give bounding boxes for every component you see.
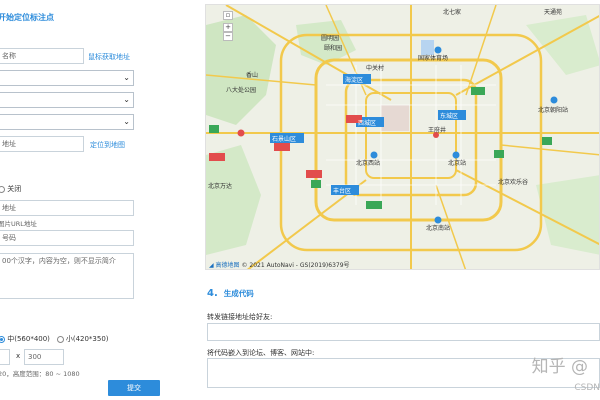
size-medium-label: 中(560*400) xyxy=(7,335,50,343)
step-label: 生成代码 xyxy=(223,289,254,298)
province-select[interactable]: ⌄ xyxy=(0,70,134,86)
map-label: 石景山区 xyxy=(272,136,297,143)
size-small-label: 小(420*350) xyxy=(65,335,109,343)
times-symbol: x xyxy=(16,352,21,360)
chevron-down-icon: ⌄ xyxy=(123,117,130,126)
map-copyright: © 2021 AutoNavi - GS(2019)6379号 xyxy=(241,262,350,269)
radio-selected-icon xyxy=(0,335,5,343)
map-logo-text: 高德地图 xyxy=(215,262,240,269)
description-textarea[interactable]: 00个汉字，内容为空，则不显示简介 xyxy=(0,253,134,299)
get-coords-link[interactable]: 鼠标获取地址 xyxy=(88,52,130,62)
radio-icon xyxy=(56,335,64,343)
locate-link[interactable]: 定位到地图 xyxy=(90,140,125,150)
step-number: 4. xyxy=(207,288,218,299)
submit-button[interactable]: 提交 xyxy=(108,380,160,396)
amap-logo-icon: ◢ xyxy=(209,262,214,269)
share-link-label: 转发链接地址给好友: xyxy=(207,313,273,321)
share-link-input[interactable] xyxy=(207,323,600,341)
phone-input[interactable]: 号码 xyxy=(0,230,134,246)
chevron-down-icon: ⌄ xyxy=(123,95,130,104)
map-label: 西城区 xyxy=(358,120,377,127)
map-view[interactable]: 北七家 天通苑 香山 圆明园 颐和园 中关村 海淀区 国家体育场 石景山区 西城… xyxy=(205,4,600,270)
image-url-hint: 图片URL地址 xyxy=(0,220,37,228)
map-label: 圆明园 xyxy=(321,35,340,42)
map-label: 北京万达 xyxy=(208,183,233,190)
map-label: 北京朝阳站 xyxy=(538,107,569,114)
map-label: 东城区 xyxy=(440,113,459,120)
map-label: 北京南站 xyxy=(426,225,451,232)
chevron-down-icon: ⌄ xyxy=(123,73,130,82)
width-input[interactable] xyxy=(0,349,10,365)
embed-code-label: 将代码嵌入到论坛、博客、网站中: xyxy=(207,349,315,357)
form-title: 开始定位标注点 xyxy=(0,13,54,22)
map-label: 北七家 xyxy=(443,9,462,16)
zoom-out-button[interactable]: − xyxy=(223,32,233,41)
map-label: 香山 xyxy=(246,72,259,79)
map-toggle-button[interactable]: ▫ xyxy=(223,11,233,20)
map-label: 北京欢乐谷 xyxy=(498,179,529,186)
image-url-input[interactable]: 地址 xyxy=(0,200,134,216)
toggle-off-option[interactable]: 关闭 xyxy=(0,184,21,194)
map-canvas xyxy=(206,5,599,269)
map-attribution: ◢ 高德地图 © 2021 AutoNavi - GS(2019)6379号 xyxy=(209,260,350,269)
map-label: 国家体育场 xyxy=(418,55,449,62)
district-select[interactable]: ⌄ xyxy=(0,114,134,130)
map-label: 海淀区 xyxy=(345,77,364,84)
zhihu-watermark: 知乎 @ xyxy=(531,357,588,377)
size-medium-option[interactable]: 中(560*400) xyxy=(0,335,50,343)
radio-icon xyxy=(0,185,5,193)
map-label: 王府井 xyxy=(428,127,447,134)
size-options: 中(560*400) 小(420*350) xyxy=(0,334,109,344)
map-label: 北京西站 xyxy=(356,160,381,167)
zoom-in-button[interactable]: + xyxy=(223,23,233,32)
step-heading: 4. 生成代码 xyxy=(207,288,254,299)
map-label: 丰台区 xyxy=(333,188,352,195)
size-small-option[interactable]: 小(420*350) xyxy=(56,335,109,343)
size-range-hint: 20，高度范围：80 ~ 1080 xyxy=(0,370,80,378)
name-input[interactable]: 名称 xyxy=(0,48,84,64)
map-label: 颐和园 xyxy=(324,45,343,52)
address-input[interactable]: 地址 xyxy=(0,136,84,152)
map-label: 天通苑 xyxy=(544,9,563,16)
map-label: 八大处公园 xyxy=(226,87,257,94)
csdn-watermark: CSDN xyxy=(574,383,600,393)
city-select[interactable]: ⌄ xyxy=(0,92,134,108)
map-label: 北京站 xyxy=(448,160,467,167)
map-label: 中关村 xyxy=(366,65,385,72)
toggle-off-label: 关闭 xyxy=(7,185,22,193)
height-input[interactable]: 300 xyxy=(24,349,64,365)
